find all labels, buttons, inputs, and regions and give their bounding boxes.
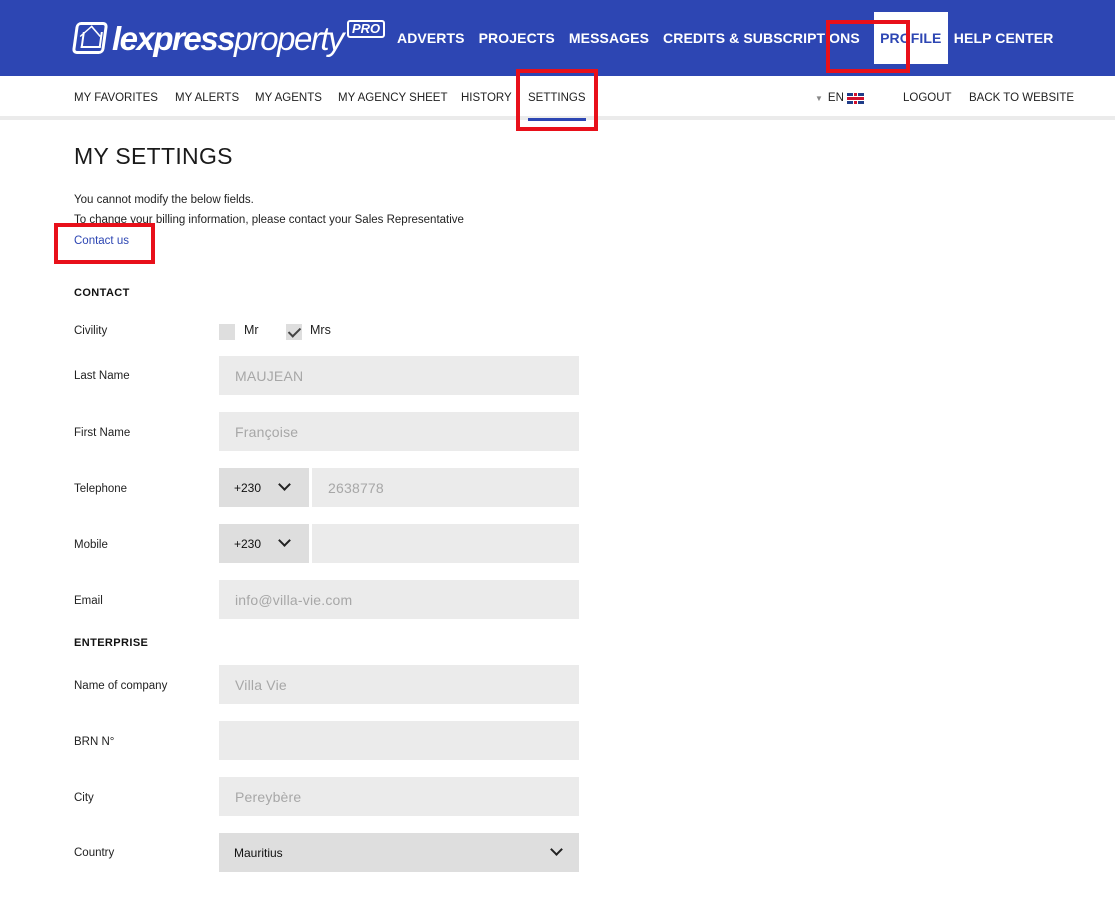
top-navigation-bar: lexpressproperty PRO ADVERTS PROJECTS ME…: [0, 0, 1115, 76]
subnav-my-agency-sheet[interactable]: MY AGENCY SHEET: [338, 92, 448, 104]
company-name-field[interactable]: Villa Vie: [219, 665, 579, 704]
language-label: EN: [827, 92, 844, 104]
contact-section-title: CONTACT: [74, 287, 130, 299]
email-label: Email: [74, 595, 103, 607]
subnav-my-alerts[interactable]: MY ALERTS: [175, 92, 239, 104]
country-select[interactable]: Mauritius: [219, 833, 579, 872]
caret-down-icon: ▼: [815, 93, 823, 103]
chevron-down-icon: [278, 534, 291, 547]
civility-mr-label: Mr: [244, 323, 259, 337]
brn-label: BRN N°: [74, 736, 115, 748]
brn-field[interactable]: [219, 721, 579, 760]
logout-link[interactable]: LOGOUT: [903, 92, 952, 104]
main-nav: ADVERTS PROJECTS MESSAGES CREDITS & SUBS…: [397, 0, 1067, 76]
civility-mrs-label: Mrs: [310, 323, 331, 337]
nav-help-center[interactable]: HELP CENTER: [954, 30, 1054, 46]
subnav-history[interactable]: HISTORY: [461, 92, 512, 104]
telephone-label: Telephone: [74, 483, 128, 495]
telephone-prefix-select[interactable]: +230: [219, 468, 309, 507]
logo-text-rest: property: [233, 19, 345, 57]
language-selector[interactable]: ▼ EN: [815, 92, 864, 104]
mobile-prefix-select[interactable]: +230: [219, 524, 309, 563]
subnav-my-agents[interactable]: MY AGENTS: [255, 92, 322, 104]
subnav-my-favorites[interactable]: MY FAVORITES: [74, 92, 158, 104]
country-label: Country: [74, 847, 115, 859]
nav-profile[interactable]: PROFILE: [873, 12, 948, 64]
back-to-website-link[interactable]: BACK TO WEBSITE: [969, 92, 1074, 104]
site-logo[interactable]: lexpressproperty PRO: [71, 16, 386, 60]
chevron-down-icon: [278, 478, 291, 491]
uk-flag-icon: [846, 92, 864, 104]
nav-messages[interactable]: MESSAGES: [569, 30, 649, 46]
chevron-down-icon: [550, 843, 563, 856]
mobile-label: Mobile: [74, 539, 108, 551]
company-name-label: Name of company: [74, 680, 168, 692]
last-name-field[interactable]: MAUJEAN: [219, 356, 579, 395]
mobile-prefix-value: +230: [234, 536, 262, 551]
telephone-field[interactable]: 2638778: [312, 468, 579, 507]
civility-label: Civility: [74, 325, 108, 337]
sub-navigation-bar: MY FAVORITES MY ALERTS MY AGENTS MY AGEN…: [0, 76, 1115, 121]
contact-us-link[interactable]: Contact us: [74, 235, 129, 247]
mobile-field[interactable]: [312, 524, 579, 563]
page-title: MY SETTINGS: [74, 143, 233, 169]
subnav-settings[interactable]: SETTINGS: [528, 92, 586, 121]
civility-mr-checkbox[interactable]: [219, 324, 235, 340]
enterprise-section-title: ENTERPRISE: [74, 637, 149, 649]
first-name-label: First Name: [74, 427, 131, 439]
info-text-line2: To change your billing information, plea…: [74, 214, 464, 226]
nav-projects[interactable]: PROJECTS: [479, 30, 555, 46]
email-field[interactable]: info@villa-vie.com: [219, 580, 579, 619]
first-name-field[interactable]: Françoise: [219, 412, 579, 451]
house-logo-icon: [71, 22, 109, 54]
city-label: City: [74, 792, 94, 804]
last-name-label: Last Name: [74, 370, 130, 382]
logo-text-main: lexpress: [112, 19, 235, 57]
city-field[interactable]: Pereybère: [219, 777, 579, 816]
telephone-prefix-value: +230: [234, 480, 262, 495]
country-value: Mauritius: [234, 845, 283, 860]
nav-adverts[interactable]: ADVERTS: [397, 30, 465, 46]
civility-mrs-checkbox[interactable]: [286, 324, 302, 340]
pro-badge: PRO: [347, 20, 386, 38]
nav-credits-subscriptions[interactable]: CREDITS & SUBSCRIPTIONS: [663, 30, 860, 46]
info-text-line1: You cannot modify the below fields.: [74, 194, 254, 206]
